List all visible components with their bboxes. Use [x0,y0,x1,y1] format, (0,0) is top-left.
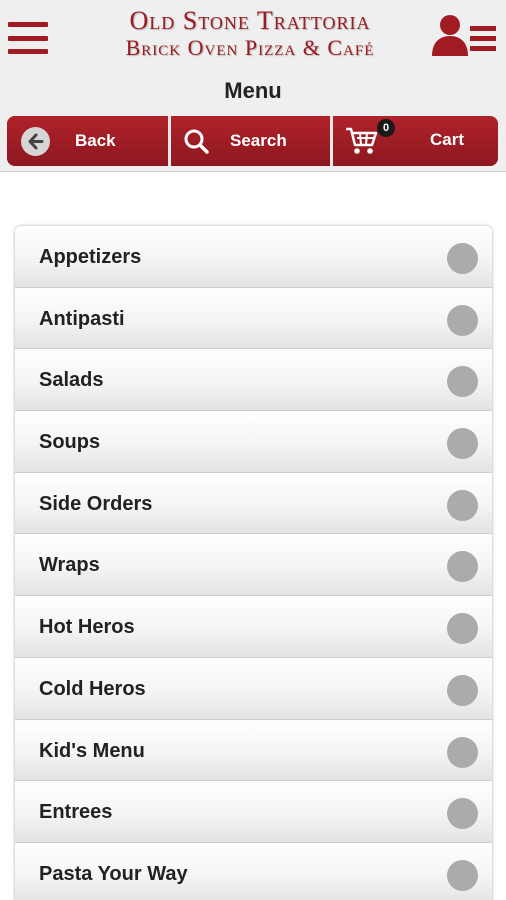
menu-item-label: Pasta Your Way [39,862,188,885]
menu-item-soups[interactable]: Soups [15,411,492,473]
back-button[interactable]: Back [7,116,168,166]
circle-icon [447,428,478,460]
circle-icon [447,243,478,274]
circle-icon [447,859,478,891]
menu-item-wraps[interactable]: Wraps [15,534,492,597]
search-button[interactable]: Search [168,116,330,166]
shopping-cart-icon [345,126,379,156]
arrow-left-circle-icon [21,127,50,156]
circle-icon [447,736,478,768]
brand-tagline: Brick Oven Pizza & Café [125,35,375,60]
menu-item-label: Entrees [39,801,113,824]
circle-icon [447,613,478,645]
menu-category-list: Appetizers Antipasti Salads Soups Side O… [15,226,492,900]
search-icon [183,128,209,154]
cart-count-badge: 0 [377,119,395,137]
menu-item-label: Antipasti [39,307,125,330]
circle-icon [447,304,478,336]
search-label: Search [230,131,287,150]
circle-icon [447,366,478,398]
menu-item-label: Appetizers [39,246,142,268]
menu-item-pasta-your-way[interactable]: Pasta Your Way [15,842,492,900]
circle-icon [447,489,478,521]
circle-icon [447,798,478,830]
brand-logo[interactable]: Old Stone Trattoria Brick Oven Pizza & C… [70,6,430,62]
menu-item-hot-heros[interactable]: Hot Heros [15,596,492,658]
page-title: Menu [224,78,282,103]
menu-item-label: Wraps [39,554,100,577]
menu-item-label: Hot Heros [39,616,135,639]
toolbar: Back Search 0 Cart [7,116,498,166]
circle-icon [447,674,478,706]
menu-item-label: Salads [39,369,104,392]
menu-item-cold-heros[interactable]: Cold Heros [15,657,492,720]
back-label: Back [75,131,116,150]
menu-item-kids-menu[interactable]: Kid's Menu [15,719,492,782]
app-header: Old Stone Trattoria Brick Oven Pizza & C… [0,0,506,172]
cart-label: Cart [430,130,465,149]
menu-item-antipasti[interactable]: Antipasti [15,287,492,350]
hamburger-icon[interactable] [8,22,48,54]
user-list-icon[interactable] [430,12,500,60]
menu-item-label: Cold Heros [39,677,146,700]
cart-button[interactable]: 0 Cart [330,116,498,166]
brand-name: Old Stone Trattoria [129,6,371,35]
menu-item-label: Soups [39,431,101,454]
menu-item-label: Kid's Menu [39,739,145,762]
menu-item-salads[interactable]: Salads [15,349,492,412]
menu-item-label: Side Orders [39,492,153,515]
menu-item-side-orders[interactable]: Side Orders [15,472,492,535]
menu-item-appetizers[interactable]: Appetizers [15,226,492,288]
menu-item-entrees[interactable]: Entrees [15,781,492,843]
circle-icon [447,551,478,583]
